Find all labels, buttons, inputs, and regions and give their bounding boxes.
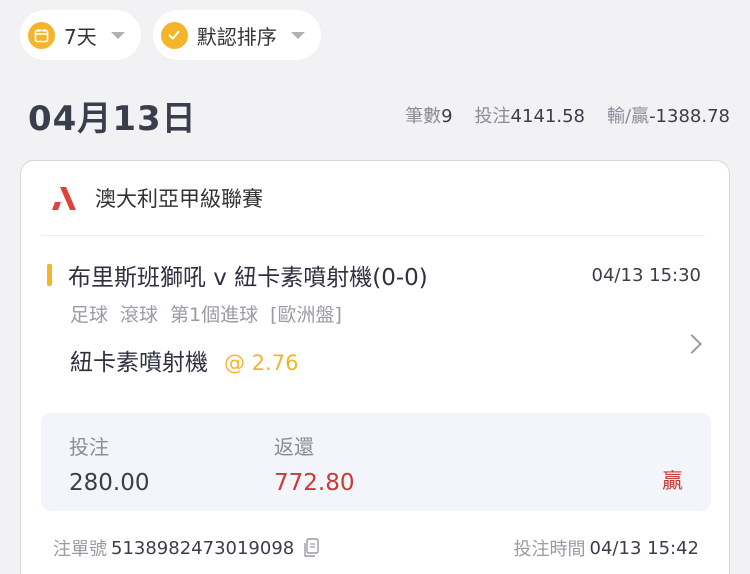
- market: 第1個進球: [170, 304, 259, 326]
- sort-filter[interactable]: 默認排序: [152, 10, 321, 60]
- match-info[interactable]: 布里斯班獅吼 v 紐卡素噴射機(0-0) 04/13 15:30 足球 滾球 第…: [21, 258, 729, 377]
- return-value: 772.80: [274, 470, 355, 496]
- total-stake-label: 投注: [474, 106, 511, 127]
- divider: [41, 235, 705, 236]
- selection-name: 紐卡素噴射機: [70, 350, 208, 376]
- market-info: 足球 滾球 第1個進球 [歐洲盤]: [70, 300, 701, 327]
- league-name: 澳大利亞甲級聯賽: [95, 187, 263, 211]
- market-type: 滾球: [120, 304, 159, 326]
- total-stake-value: 4141.58: [510, 106, 585, 127]
- chevron-down-icon: [110, 31, 125, 39]
- result-badge: 贏: [662, 469, 683, 493]
- selection-odds: @ 2.76: [224, 351, 299, 375]
- ticket-number: 5138982473019098: [111, 537, 295, 559]
- odds-type: [歐洲盤]: [270, 304, 342, 326]
- sort-filter-label: 默認排序: [196, 24, 277, 49]
- return-label: 返還: [274, 435, 314, 459]
- match-title: 布里斯班獅吼 v 紐卡素噴射機(0-0): [68, 265, 428, 291]
- period-filter[interactable]: 7天: [20, 10, 141, 60]
- filter-bar: 7天 默認排序: [20, 10, 321, 60]
- league-logo-icon: [52, 187, 76, 210]
- calendar-icon: [28, 21, 55, 49]
- bet-time: 04/13 15:42: [589, 537, 699, 559]
- day-stats: 筆數9 投注4141.58 輸/贏-1388.78: [405, 102, 730, 128]
- bet-time-label: 投注時間: [513, 539, 586, 560]
- profit-loss-value: -1388.78: [649, 106, 730, 127]
- league-header: 澳大利亞甲級聯賽: [21, 161, 729, 235]
- bet-count: 筆數9: [405, 102, 452, 128]
- stake-value: 280.00: [69, 470, 150, 496]
- bet-footer: 注單號 5138982473019098 投注時間 04/13 15:42: [53, 535, 699, 561]
- bet-amounts: 投注 280.00 返還 772.80 贏: [41, 413, 711, 511]
- total-stake: 投注4141.58: [475, 102, 585, 128]
- profit-loss-label: 輸/贏: [606, 106, 650, 127]
- check-icon: [160, 21, 188, 49]
- selection: 紐卡素噴射機 @ 2.76: [70, 343, 701, 377]
- day-date: 04月13日: [28, 98, 197, 139]
- bet-count-value: 9: [441, 106, 453, 127]
- chevron-down-icon: [290, 31, 305, 39]
- period-filter-label: 7天: [64, 24, 97, 49]
- ticket-label: 注單號: [53, 539, 107, 560]
- bet-count-label: 筆數: [405, 106, 442, 127]
- copy-icon[interactable]: [302, 538, 320, 558]
- profit-loss: 輸/贏-1388.78: [607, 102, 730, 128]
- match-time: 04/13 15:30: [591, 264, 701, 286]
- return-column: 返還 772.80: [274, 431, 354, 496]
- day-summary: 04月13日 筆數9 投注4141.58 輸/贏-1388.78: [28, 92, 730, 139]
- sport: 足球: [70, 304, 109, 326]
- stake-label: 投注: [69, 435, 109, 459]
- stake-column: 投注 280.00: [69, 431, 149, 496]
- bet-card[interactable]: 澳大利亞甲級聯賽 布里斯班獅吼 v 紐卡素噴射機(0-0) 04/13 15:3…: [20, 160, 730, 574]
- match-marker: [47, 264, 52, 286]
